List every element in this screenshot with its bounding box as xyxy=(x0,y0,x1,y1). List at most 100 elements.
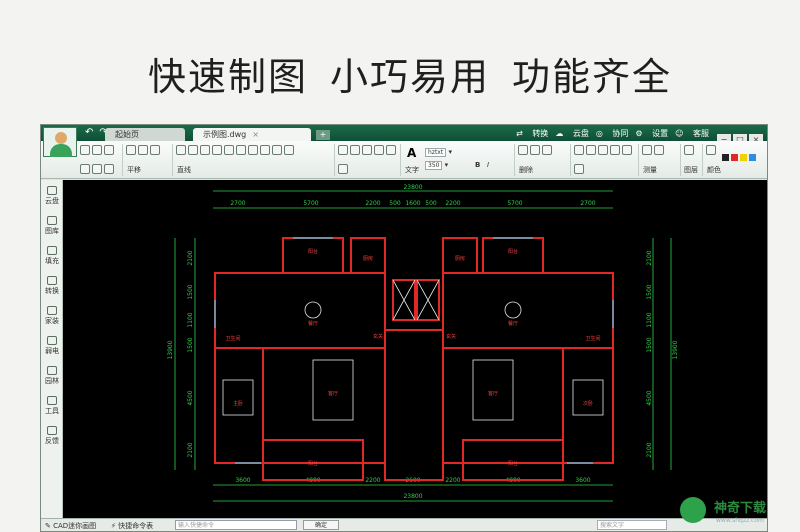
measure-icon[interactable] xyxy=(642,145,652,155)
right-dim-5: 4500 xyxy=(646,390,653,405)
font-name-value: hztxt xyxy=(425,148,447,157)
bottom-dim-7: 3600 xyxy=(575,477,590,484)
close-icon[interactable]: × xyxy=(252,130,259,139)
dimension-lines xyxy=(174,190,672,502)
dim-diameter-icon[interactable] xyxy=(386,145,396,155)
zoom-out-icon[interactable] xyxy=(150,145,160,155)
offset-icon[interactable] xyxy=(574,164,584,174)
avatar-body xyxy=(50,144,72,157)
right-dim-6: 2100 xyxy=(646,442,653,457)
extend-icon[interactable] xyxy=(622,145,632,155)
color-swatch-red[interactable] xyxy=(731,154,738,161)
top-total-dim: 23800 xyxy=(403,184,422,191)
dim-aligned-icon[interactable] xyxy=(350,145,360,155)
layer-label: 图层 xyxy=(684,166,698,174)
sidebar-item-garden[interactable]: 园林 xyxy=(41,366,63,386)
ellipse-icon[interactable] xyxy=(236,145,246,155)
sidebar-item-library[interactable]: 图库 xyxy=(41,216,63,236)
scale-icon[interactable] xyxy=(598,145,608,155)
save-icon[interactable] xyxy=(92,145,102,155)
title-actions: ⇄ 转换 ☁ 云盘 ◎ 协同 ⚙ 设置 ☺ 客服 xyxy=(509,128,709,139)
new-tab-button[interactable]: + xyxy=(316,130,330,140)
bottom-dim-3: 2200 xyxy=(365,477,380,484)
spline-icon[interactable] xyxy=(272,145,282,155)
layer-icon[interactable] xyxy=(684,145,694,155)
copy-icon[interactable] xyxy=(530,145,540,155)
tab-sample-drawing[interactable]: 示例图.dwg × xyxy=(193,128,311,141)
pan-icon[interactable] xyxy=(126,145,136,155)
area-icon[interactable] xyxy=(654,145,664,155)
left-dim-2: 1500 xyxy=(187,284,194,299)
sidebar-item-feedback[interactable]: 反馈 xyxy=(41,426,63,446)
mirror-icon[interactable] xyxy=(542,145,552,155)
hatch-icon[interactable] xyxy=(284,145,294,155)
promo-title: 快速制图 小巧易用 功能齐全 xyxy=(148,46,694,101)
sidebar-item-cloud[interactable]: 云盘 xyxy=(41,186,63,206)
watermark-url: www.shqzz.com xyxy=(716,517,764,524)
search-text-input[interactable]: 搜索文字 xyxy=(597,520,667,530)
color-wheel-icon[interactable] xyxy=(706,145,716,155)
move-icon[interactable] xyxy=(188,145,198,155)
cloud-button[interactable]: ☁ 云盘 xyxy=(555,129,589,138)
dim-angle-icon[interactable] xyxy=(362,145,372,155)
polygon-icon[interactable] xyxy=(260,145,270,155)
settings-button[interactable]: ⚙ 设置 xyxy=(635,129,668,138)
room-label-11: 客厅 xyxy=(488,390,498,397)
collab-button[interactable]: ◎ 协同 xyxy=(596,129,629,138)
circle-icon[interactable] xyxy=(224,145,234,155)
command-input[interactable]: 输入快捷命令 xyxy=(175,520,297,530)
dim-ordinate-icon[interactable] xyxy=(338,164,348,174)
rectangle-icon[interactable] xyxy=(248,145,258,155)
ok-button[interactable]: 确定 xyxy=(303,520,339,530)
tab-label: 示例图.dwg xyxy=(203,130,247,139)
zoom-in-icon[interactable] xyxy=(138,145,148,155)
cloud-icon xyxy=(47,186,57,195)
text-tool-icon[interactable]: A xyxy=(407,146,416,160)
bold-button[interactable]: B xyxy=(475,161,480,169)
line-icon[interactable] xyxy=(176,145,186,155)
text-label: 文字 xyxy=(405,166,419,174)
promo-phrase-2: 小巧易用 xyxy=(330,55,491,99)
export-icon[interactable] xyxy=(92,164,102,174)
font-size-select[interactable]: 350 ▾ xyxy=(425,161,448,170)
avatar[interactable] xyxy=(43,127,77,157)
print-icon[interactable] xyxy=(80,164,90,174)
sidebar-item-tools[interactable]: 工具 xyxy=(41,396,63,416)
convert-button[interactable]: ⇄ 转换 xyxy=(516,129,548,138)
undo-arrow-icon[interactable]: ↶ xyxy=(85,127,93,138)
drawing-canvas[interactable]: 23800 2700 5700 2200 500 1600 500 2200 5… xyxy=(63,180,767,520)
sofa-left xyxy=(312,359,354,421)
edit-tools: 删除 xyxy=(517,144,571,176)
room-label-14: 阳台 xyxy=(508,460,518,467)
dim-radius-icon[interactable] xyxy=(374,145,384,155)
new-icon[interactable] xyxy=(104,164,114,174)
move-tool-icon[interactable] xyxy=(574,145,584,155)
right-dim-3: 1100 xyxy=(646,312,653,327)
color-swatch-yellow[interactable] xyxy=(740,154,747,161)
italic-button[interactable]: I xyxy=(487,161,489,169)
polyline-icon[interactable] xyxy=(200,145,210,155)
sidebar-item-home-decor[interactable]: 家装 xyxy=(41,306,63,326)
rotate-icon[interactable] xyxy=(586,145,596,155)
font-select[interactable]: hztxt ▾ xyxy=(425,148,452,157)
sidebar-item-fill[interactable]: 填充 xyxy=(41,246,63,266)
color-swatch-black[interactable] xyxy=(722,154,729,161)
save-as-icon[interactable] xyxy=(104,145,114,155)
cmd-list-button[interactable]: ⚡ 快捷命令表 xyxy=(111,521,153,531)
bed-left xyxy=(222,379,254,416)
dining-table-right xyxy=(504,301,522,319)
color-swatch-blue[interactable] xyxy=(749,154,756,161)
sidebar-item-low-voltage[interactable]: 弱电 xyxy=(41,336,63,356)
view-tools: 平移 xyxy=(125,144,173,176)
tab-start-page[interactable]: 起始页 xyxy=(105,128,185,141)
avatar-head xyxy=(55,132,67,144)
arc-icon[interactable] xyxy=(212,145,222,155)
dim-linear-icon[interactable] xyxy=(338,145,348,155)
bottom-dim-1: 3600 xyxy=(235,477,250,484)
promo-banner: 快速制图 小巧易用 功能齐全 xyxy=(0,0,800,124)
erase-icon[interactable] xyxy=(518,145,528,155)
trim-icon[interactable] xyxy=(610,145,620,155)
support-button[interactable]: ☺ 客服 xyxy=(675,129,709,138)
open-icon[interactable] xyxy=(80,145,90,155)
sidebar-item-convert[interactable]: 转换 xyxy=(41,276,63,296)
